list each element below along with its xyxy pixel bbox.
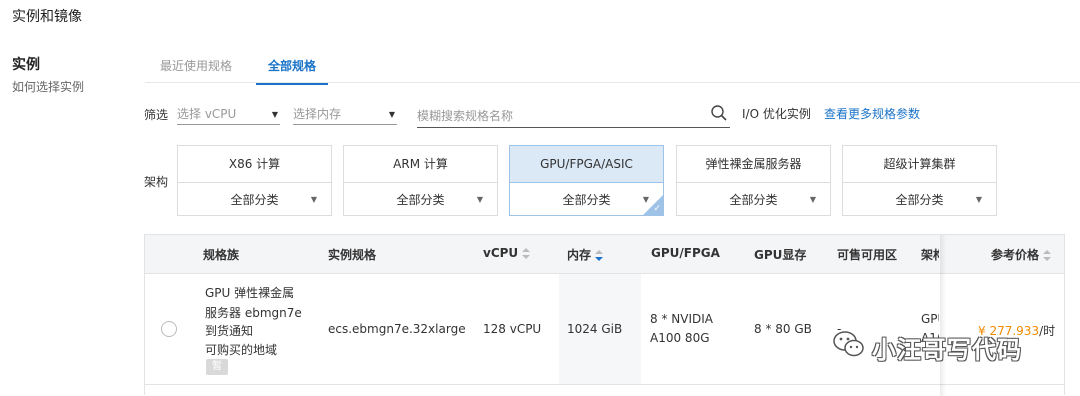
arch-category-select[interactable]: 全部分类 ▼ — [178, 183, 331, 217]
family-line2: 服务器 ebmgn7e — [205, 306, 302, 320]
col-vcpu[interactable]: vCPU — [483, 246, 531, 260]
arch-card-gpu[interactable]: GPU/FPGA/ASIC 全部分类 ▼ ✓ — [509, 145, 664, 216]
instance-title: 实例 — [12, 57, 40, 73]
memory-value: 1024 GiB — [567, 322, 623, 336]
sort-icon[interactable] — [522, 247, 531, 260]
col-gpu-memory: GPU显存 — [754, 248, 807, 262]
col-arch: 架构 — [921, 248, 939, 262]
section-title: 实例和镜像 — [12, 9, 82, 25]
vcpu-select-placeholder: 选择 vCPU — [177, 107, 237, 121]
tab-divider — [145, 82, 1080, 83]
more-params-link[interactable]: 查看更多规格参数 — [824, 105, 920, 122]
caret-down-icon: ▼ — [310, 195, 317, 204]
arch-card-name: 超级计算集群 — [843, 146, 996, 183]
arch-card-super-computing[interactable]: 超级计算集群 全部分类 ▼ — [842, 145, 997, 216]
fixed-column-shadow — [940, 235, 946, 396]
family-line1: GPU 弹性裸金属 — [205, 286, 295, 300]
arch-card-bare-metal[interactable]: 弹性裸金属服务器 全部分类 ▼ — [676, 145, 831, 216]
col-spec: 实例规格 — [328, 248, 377, 262]
arch-card-x86[interactable]: X86 计算 全部分类 ▼ — [177, 145, 332, 216]
col-price-label: 参考价格 — [991, 248, 1040, 262]
spec-search-input[interactable]: 模糊搜索规格名称 — [417, 104, 730, 128]
caret-down-icon: ▼ — [975, 195, 982, 204]
search-icon[interactable] — [710, 104, 728, 122]
arch-category-value: 全部分类 — [396, 193, 445, 207]
row-radio[interactable] — [161, 321, 177, 337]
col-memory-label: 内存 — [567, 248, 592, 262]
col-gpu-fpga: GPU/FPGA — [651, 246, 720, 260]
check-icon: ✓ — [653, 204, 661, 214]
filter-label: 筛选 — [144, 108, 169, 122]
arch-card-name: ARM 计算 — [344, 146, 497, 183]
price-unit: /时 — [1039, 324, 1056, 338]
watermark-text: 小汪哥写代码 — [872, 336, 1022, 364]
arch-category-select[interactable]: 全部分类 ▼ — [510, 183, 663, 217]
regions-link[interactable]: 可购买的地域 — [205, 341, 277, 358]
caret-down-icon: ▼ — [809, 195, 816, 204]
row-divider — [145, 384, 1064, 385]
io-optimized-label: I/O 优化实例 — [742, 107, 811, 121]
col-price[interactable]: 参考价格 — [991, 246, 1052, 263]
sort-icon[interactable] — [1043, 249, 1052, 262]
col-family: 规格族 — [203, 248, 240, 262]
tab-all-specs[interactable]: 全部规格 — [256, 57, 329, 85]
arch-category-value: 全部分类 — [729, 193, 778, 207]
caret-down-icon: ▼ — [388, 110, 395, 119]
arch-category-value: 全部分类 — [562, 193, 611, 207]
search-placeholder: 模糊搜索规格名称 — [417, 109, 514, 123]
arch-category-value: 全部分类 — [895, 193, 944, 207]
arch-label: 架构 — [144, 175, 169, 189]
gpu-line1: 8 * NVIDIA — [650, 312, 713, 326]
caret-down-icon: ▼ — [271, 110, 278, 119]
notify-link[interactable]: 到货通知 — [205, 322, 253, 339]
arch-line1: GPU — [921, 312, 939, 326]
col-vcpu-label: vCPU — [483, 246, 519, 260]
spec-table: 规格族 实例规格 vCPU 内存 GPU/FPGA GPU显存 可售可用区 架构… — [144, 234, 1065, 396]
arch-category-select[interactable]: 全部分类 ▼ — [677, 183, 830, 217]
tab-recent-specs[interactable]: 最近使用规格 — [160, 57, 232, 83]
vcpu-value: 128 vCPU — [483, 322, 542, 336]
arch-card-name: GPU/FPGA/ASIC — [510, 146, 663, 183]
arch-card-name: X86 计算 — [178, 146, 331, 183]
col-memory[interactable]: 内存 — [567, 246, 604, 263]
table-header: 规格族 实例规格 vCPU 内存 GPU/FPGA GPU显存 可售可用区 架构… — [145, 235, 1064, 274]
arch-card-arm[interactable]: ARM 计算 全部分类 ▼ — [343, 145, 498, 216]
gpu-line2: A100 80G — [650, 331, 710, 345]
arch-category-select[interactable]: 全部分类 ▼ — [843, 183, 996, 217]
caret-down-icon: ▼ — [476, 195, 483, 204]
sort-desc-icon[interactable] — [595, 249, 604, 262]
status-badge-text: 暂 — [206, 359, 228, 375]
memory-select-placeholder: 选择内存 — [293, 107, 342, 121]
arch-category-select[interactable]: 全部分类 ▼ — [344, 183, 497, 217]
arch-card-name: 弹性裸金属服务器 — [677, 146, 830, 183]
memory-select[interactable]: 选择内存 ▼ — [293, 105, 397, 125]
gpu-memory-value: 8 * 80 GB — [754, 322, 812, 336]
how-to-choose-link[interactable]: 如何选择实例 — [12, 78, 84, 95]
wechat-logo-icon — [833, 331, 864, 357]
arch-category-value: 全部分类 — [230, 193, 279, 207]
status-badge: 暂 — [206, 358, 228, 375]
vcpu-select[interactable]: 选择 vCPU ▼ — [177, 105, 280, 125]
spec-name: ecs.ebmgn7e.32xlarge — [328, 322, 466, 336]
col-zones: 可售可用区 — [837, 248, 898, 262]
